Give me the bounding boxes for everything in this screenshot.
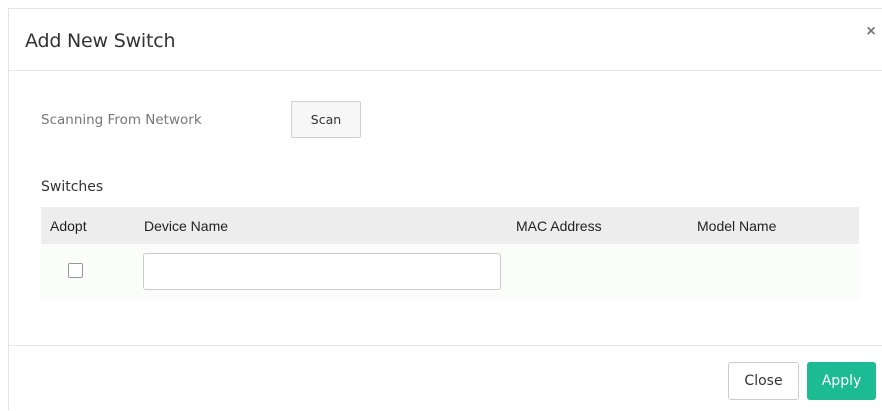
column-header-device-name: Device Name xyxy=(144,218,229,234)
scan-label: Scanning From Network xyxy=(41,112,202,128)
switches-section-label: Switches xyxy=(41,179,104,195)
switches-table: Adopt Device Name MAC Address Model Name xyxy=(41,207,859,300)
dialog-footer: Close Apply xyxy=(9,345,882,411)
table-header: Adopt Device Name MAC Address Model Name xyxy=(41,207,859,244)
column-header-mac-address: MAC Address xyxy=(516,218,602,234)
close-button[interactable]: Close xyxy=(728,362,799,400)
scan-button[interactable]: Scan xyxy=(291,101,361,138)
device-name-input[interactable] xyxy=(143,253,501,290)
apply-button[interactable]: Apply xyxy=(807,362,876,400)
close-icon[interactable]: × xyxy=(864,24,878,40)
column-header-model-name: Model Name xyxy=(697,218,777,234)
add-new-switch-dialog: Add New Switch × Scanning From Network S… xyxy=(8,8,882,410)
column-header-adopt: Adopt xyxy=(50,218,87,234)
dialog-header: Add New Switch × xyxy=(9,9,882,71)
adopt-checkbox[interactable] xyxy=(68,263,83,278)
dialog-title: Add New Switch xyxy=(25,30,176,52)
table-row xyxy=(41,244,859,300)
